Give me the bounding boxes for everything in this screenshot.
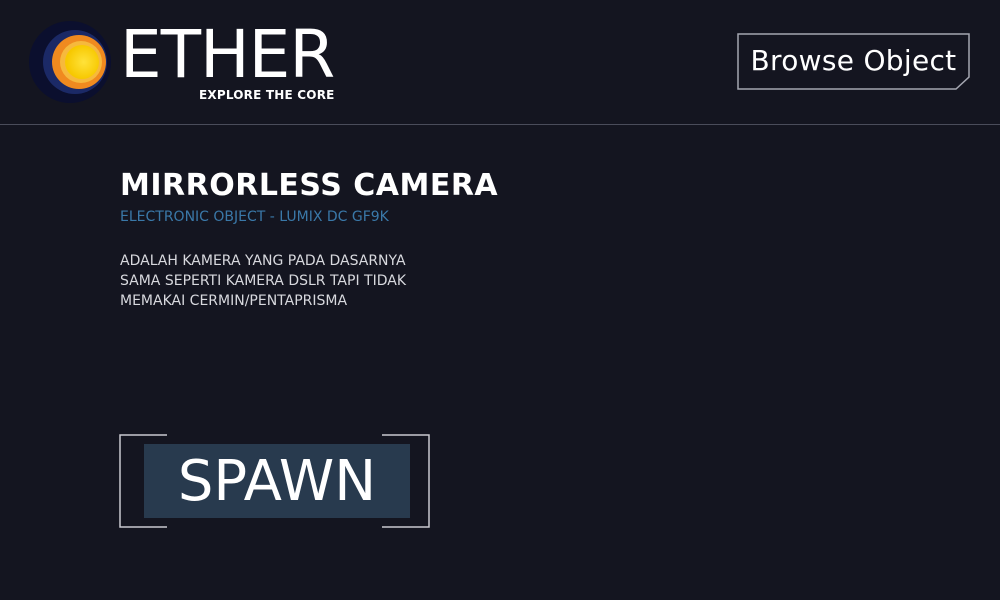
object-description: ADALAH KAMERA YANG PADA DASARNYA SAMA SE… [120, 253, 406, 309]
object-subtitle: ELECTRONIC OBJECT - LUMIX DC GF9K [120, 209, 389, 225]
browse-object-button[interactable]: Browse Object [737, 33, 970, 90]
object-title: MIRRORLESS CAMERA [120, 168, 499, 203]
earth-core-icon [29, 21, 111, 103]
spawn-button[interactable]: SPAWN [144, 444, 410, 518]
browse-object-label: Browse Object [750, 44, 957, 77]
spawn-button-label: SPAWN [177, 449, 377, 514]
ether-logo: ETHER EXPLORE THE CORE [28, 16, 348, 110]
logo-wordmark: ETHER [120, 16, 335, 93]
app-window: ETHER EXPLORE THE CORE Browse Object MIR… [0, 0, 1000, 600]
logo-tagline: EXPLORE THE CORE [199, 88, 335, 102]
header-bar: ETHER EXPLORE THE CORE Browse Object [0, 0, 1000, 125]
